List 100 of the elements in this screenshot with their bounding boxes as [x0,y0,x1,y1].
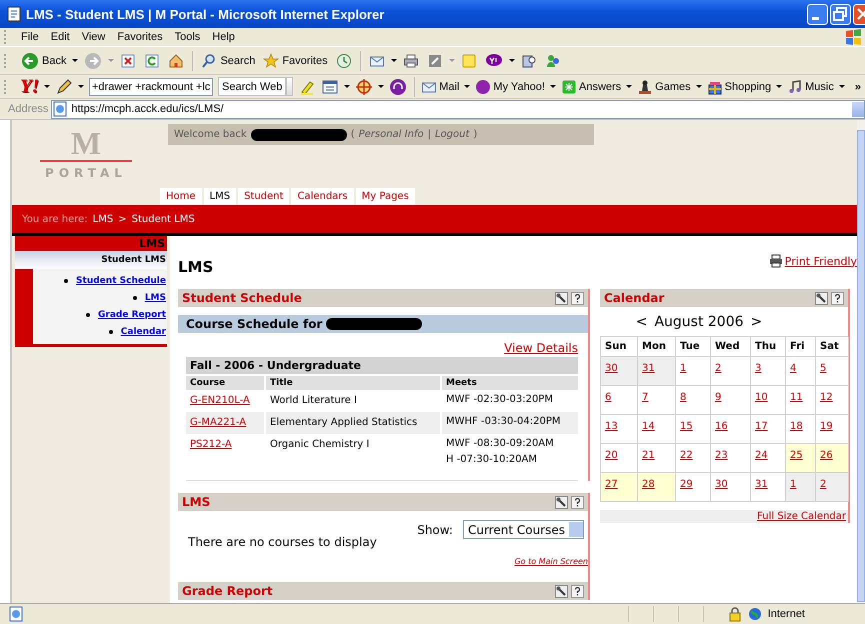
sidebar-link[interactable]: Grade Report [98,310,166,320]
account-link[interactable]: Personal Info [358,129,424,140]
yahoo-menu-button[interactable]: Mail [421,78,460,94]
calendar-day-cell[interactable]: 30 [601,357,638,386]
help-button[interactable] [571,292,584,304]
course-link[interactable]: G-EN210L-A [190,395,250,406]
breadcrumb-link[interactable]: LMS [92,214,114,224]
back-button[interactable]: Back [19,50,68,72]
caret-icon[interactable] [550,85,556,88]
calendar-day-cell[interactable]: 23 [711,444,751,473]
help-button[interactable] [571,496,584,508]
calendar-day-cell[interactable]: 31 [638,357,676,386]
wrench-icon[interactable] [815,292,828,304]
search-button[interactable]: Search [199,50,258,70]
calendar-day-cell[interactable]: 12 [816,386,849,415]
calendar-day-cell[interactable]: 27 [601,473,638,502]
caret-icon[interactable] [464,85,470,88]
calendar-day-cell[interactable]: 9 [711,386,751,415]
menu-item[interactable]: Help [206,31,241,43]
yahoo-menu-button[interactable]: My Yahoo! [475,78,545,94]
view-details-link[interactable]: View Details [504,341,578,355]
calendar-day-cell[interactable]: 22 [676,444,711,473]
sidebar-link[interactable]: Calendar [120,326,166,336]
yahoo-menu-button[interactable]: Shopping [706,78,772,94]
wrench-icon[interactable] [555,496,568,508]
calendar-day-cell[interactable]: 2 [816,473,849,502]
calendar-day-cell[interactable]: 17 [751,415,786,444]
calendar-day-cell[interactable]: 16 [711,415,751,444]
yahoo-menu-button[interactable]: Answers [560,78,622,94]
caret-icon[interactable] [344,85,350,88]
course-filter-dropdown[interactable]: Current Courses [462,520,584,539]
pencil-icon[interactable] [55,78,73,96]
help-button[interactable] [571,584,584,598]
sidebar-link[interactable]: LMS [144,292,166,302]
headphones-icon[interactable] [388,78,407,96]
calendar-day-cell[interactable]: 3 [751,357,786,386]
caret-icon[interactable] [72,59,78,62]
calendar-day-cell[interactable]: 1 [786,473,816,502]
calendar-day-cell[interactable]: 7 [638,386,676,415]
calendar-day-cell[interactable]: 29 [676,473,711,502]
nav-tab[interactable]: My Pages [356,188,415,205]
layout-icon[interactable] [320,78,339,96]
search-web-button[interactable]: Search Web [218,77,286,96]
calendar-day-cell[interactable]: 26 [816,444,849,473]
maximize-button[interactable] [830,4,851,24]
next-month-button[interactable]: > [748,314,764,330]
menu-item[interactable]: Edit [44,31,76,43]
calendar-day-cell[interactable]: 1 [676,357,711,386]
menu-item[interactable]: Tools [168,31,206,43]
nav-tab[interactable]: Home [160,188,202,205]
sidebar-link[interactable]: Student Schedule [76,276,166,286]
caret-icon[interactable] [44,85,50,88]
breadcrumb-link[interactable]: Student LMS [132,214,195,224]
wrench-icon[interactable] [555,292,568,304]
more-button[interactable]: » [854,80,865,92]
print-friendly-link[interactable]: Print Friendly [784,254,857,268]
search-field[interactable]: +drawer +rackmount +lc [89,78,213,96]
calendar-day-cell[interactable]: 11 [786,386,816,415]
caret-icon[interactable] [78,85,84,88]
wrench-icon[interactable] [555,584,568,598]
nav-tab[interactable]: LMS [204,188,236,205]
calendar-day-cell[interactable]: 13 [601,415,638,444]
menu-item[interactable]: View [76,31,112,43]
calendar-day-cell[interactable]: 2 [711,357,751,386]
target-icon[interactable] [354,78,373,96]
caret-icon[interactable] [626,85,632,88]
calendar-day-cell[interactable]: 10 [751,386,786,415]
nav-tab[interactable]: Calendars [291,188,354,205]
calendar-day-cell[interactable]: 5 [816,357,849,386]
course-link[interactable]: PS212-A [190,439,232,450]
sidebar-current-item[interactable]: Student LMS [15,251,167,269]
caret-icon[interactable] [508,59,515,62]
yahoo-menu-button[interactable]: Music [787,78,834,94]
yahoo-logo[interactable]: Y! [20,76,39,96]
yahoo-menu-button[interactable]: Games [637,78,691,94]
caret-icon[interactable] [696,85,702,88]
help-button[interactable] [831,292,844,304]
calendar-day-cell[interactable]: 30 [711,473,751,502]
calendar-day-cell[interactable]: 6 [601,386,638,415]
minimize-button[interactable] [807,4,828,24]
calendar-day-cell[interactable]: 8 [676,386,711,415]
calendar-day-cell[interactable]: 14 [638,415,676,444]
caret-icon[interactable] [390,59,397,62]
nav-tab[interactable]: Student [238,188,290,205]
menu-item[interactable]: Favorites [111,31,169,43]
close-button[interactable] [853,4,865,24]
account-link[interactable]: Logout [434,129,470,140]
caret-icon[interactable] [776,85,782,88]
favorites-button[interactable]: Favorites [261,50,330,70]
caret-icon[interactable] [838,85,845,88]
caret-icon[interactable] [378,85,384,88]
calendar-day-cell[interactable]: 25 [786,444,816,473]
calendar-day-cell[interactable]: 4 [786,357,816,386]
menu-item[interactable]: File [15,31,45,43]
address-field[interactable]: https://mcph.acck.edu/ics/LMS/ [51,100,865,118]
previous-month-button[interactable]: < [634,314,650,330]
main-screen-link[interactable]: Go to Main Screen [514,557,588,566]
full-calendar-link[interactable]: Full Size Calendar [757,511,846,522]
calendar-day-cell[interactable]: 28 [638,473,676,502]
calendar-day-cell[interactable]: 15 [676,415,711,444]
